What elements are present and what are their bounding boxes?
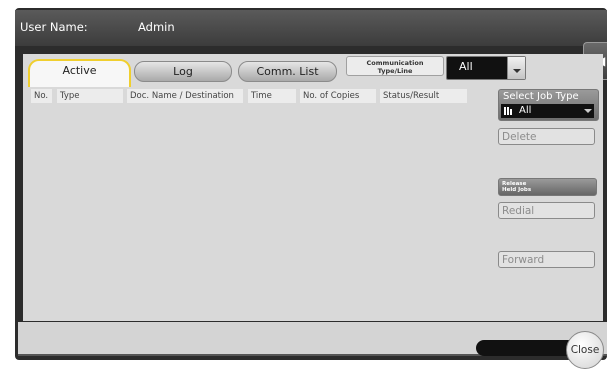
job-type-select[interactable]: All — [501, 104, 594, 118]
column-header-doc-name: Doc. Name / Destination — [127, 89, 243, 103]
tab-active-label: Active — [62, 64, 97, 77]
column-header-status: Status/Result — [380, 89, 467, 103]
select-job-type-label: Select Job Type — [503, 91, 579, 102]
tab-active[interactable]: Active — [28, 59, 131, 87]
user-name-value: Admin — [138, 20, 175, 34]
delete-button[interactable]: Delete — [498, 128, 595, 145]
column-header-type: Type — [57, 89, 123, 103]
redial-button[interactable]: Redial — [498, 202, 595, 219]
select-job-type[interactable]: Select Job Type All — [498, 89, 599, 121]
comm-type-label-line1: Communication — [366, 59, 424, 67]
comm-type-select[interactable]: All — [446, 56, 526, 80]
tab-comm-list[interactable]: Comm. List — [238, 61, 337, 82]
bottom-bar-indicator — [476, 340, 576, 356]
job-type-value: All — [519, 105, 532, 116]
release-held-jobs-button[interactable]: Release Held Jobs — [498, 178, 597, 196]
column-header-time: Time — [248, 89, 296, 103]
tab-comm-list-label: Comm. List — [256, 65, 319, 78]
release-line2: Held Jobs — [502, 187, 532, 193]
comm-type-label: Communication Type/Line — [346, 56, 444, 76]
forward-button[interactable]: Forward — [498, 251, 595, 268]
column-header-no: No. — [31, 89, 52, 103]
stack-icon — [504, 107, 512, 115]
tab-log[interactable]: Log — [134, 61, 232, 82]
user-name-label: User Name: — [20, 20, 88, 34]
comm-type-value: All — [459, 60, 473, 73]
close-button[interactable]: Close — [566, 331, 604, 369]
tab-log-label: Log — [173, 65, 193, 78]
comm-type-label-line2: Type/Line — [377, 67, 413, 75]
chevron-down-icon — [584, 109, 592, 113]
chevron-down-icon — [513, 69, 521, 73]
comm-type-dropdown-button[interactable] — [507, 57, 525, 79]
column-header-copies: No. of Copies — [300, 89, 376, 103]
header-bar: User Name: Admin — [15, 10, 607, 46]
